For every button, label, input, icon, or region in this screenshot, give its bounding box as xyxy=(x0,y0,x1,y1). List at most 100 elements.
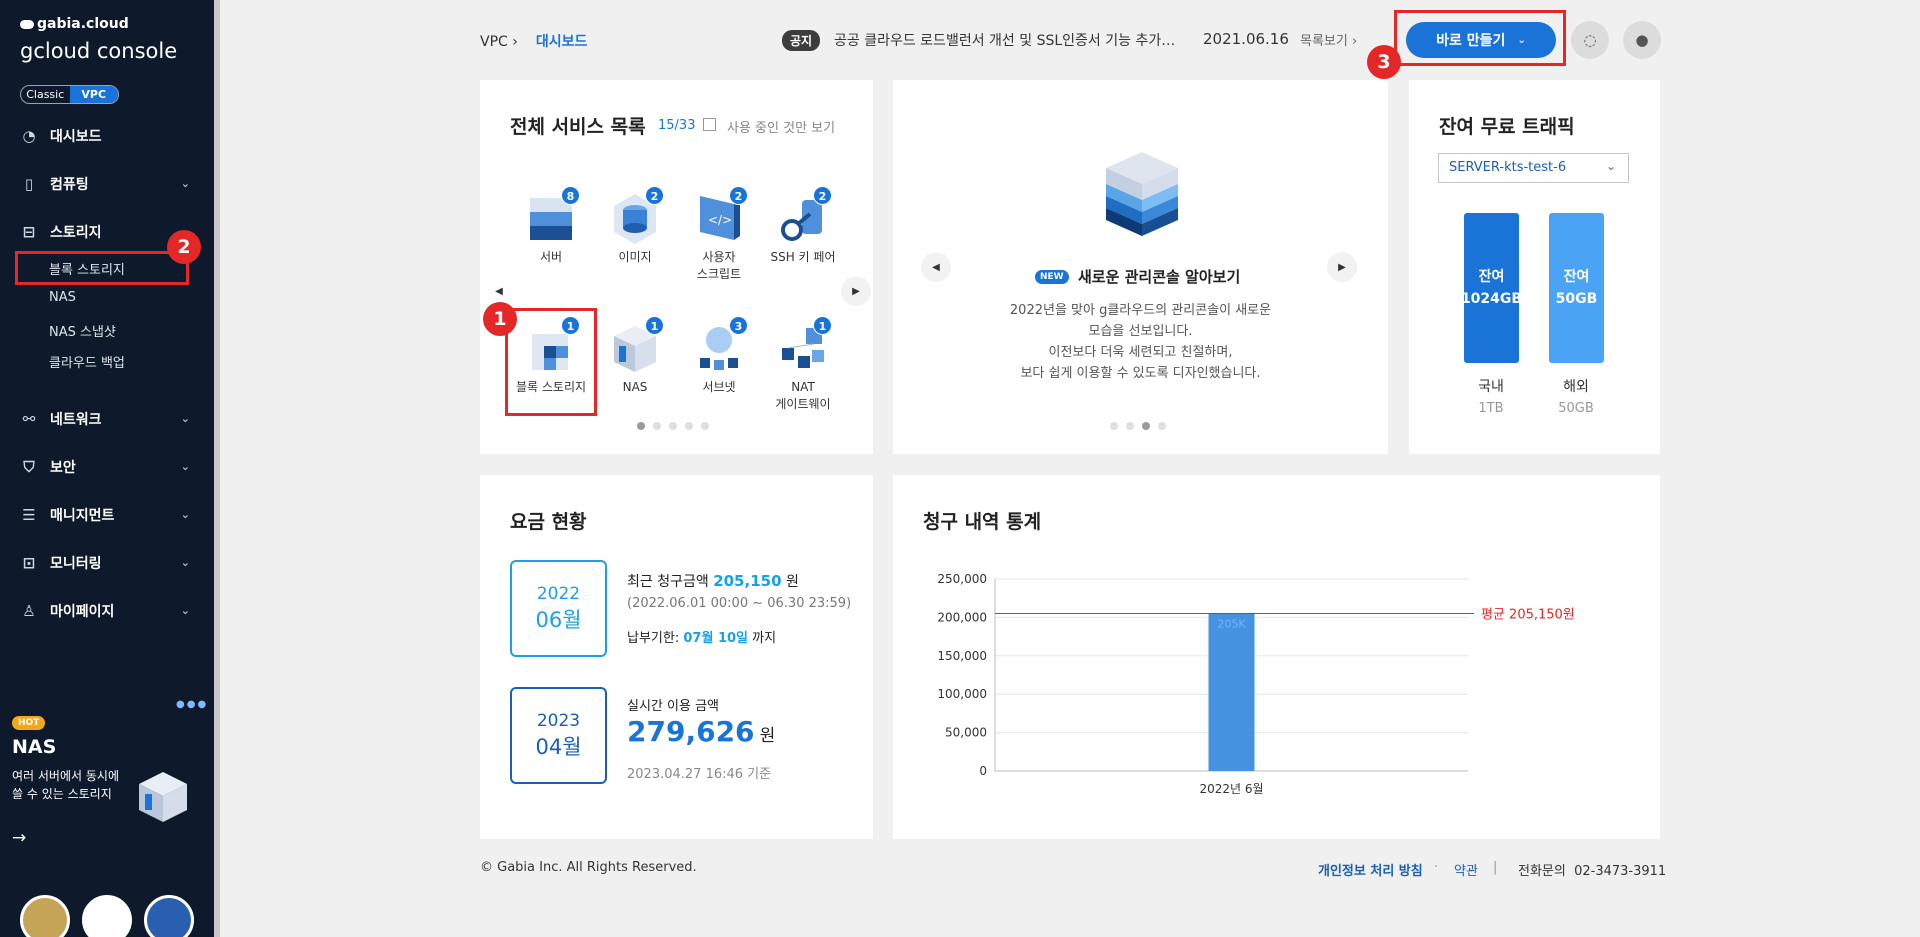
banner-pager[interactable] xyxy=(1110,422,1166,430)
shield-icon: ⛉ xyxy=(23,458,35,476)
notice-list-link[interactable]: 목록보기 › xyxy=(1300,30,1357,49)
service-label: 사용자 스크립트 xyxy=(696,250,742,281)
banner-line: 보다 쉽게 이용할 수 있도록 디자인했습니다. xyxy=(1020,366,1261,381)
sidebar: gabia.cloud gcloud console Classic VPC ◔… xyxy=(0,0,218,937)
sidebar-item-dashboard[interactable]: ◔ 대시보드 xyxy=(0,121,214,151)
sidebar-item-computing[interactable]: ▯ 컴퓨팅 ⌄ xyxy=(0,169,214,199)
service-item-user-script[interactable]: </> 2 사용자 스크립트 xyxy=(679,186,759,283)
services-next-button[interactable]: ▶ xyxy=(841,276,871,306)
script-icon: </> 2 xyxy=(694,186,748,245)
sidebar-sub-cloud-backup[interactable]: 클라우드 백업 xyxy=(49,352,125,371)
network-icon: ⚯ xyxy=(22,410,36,428)
carousel-dots[interactable]: ●●● xyxy=(176,699,208,710)
x-tick-label: 2022년 6월 xyxy=(1199,782,1263,796)
service-item-server[interactable]: 8 서버 xyxy=(511,186,591,266)
server-select-value: SERVER-kts-test-6 xyxy=(1449,160,1567,175)
traffic-card: 잔여 무료 트래픽 xyxy=(1409,80,1660,454)
toggle-vpc[interactable]: VPC xyxy=(69,86,118,103)
service-label: 서버 xyxy=(539,250,563,264)
server-icon: 8 xyxy=(526,186,580,245)
chevron-down-icon: ⌄ xyxy=(180,177,190,190)
y-tick-label: 0 xyxy=(979,764,987,778)
service-item-image[interactable]: 2 이미지 xyxy=(595,186,675,266)
service-item-nat-gateway[interactable]: 1 NAT 게이트웨이 xyxy=(763,316,843,413)
recent-month: 06월 xyxy=(535,607,582,632)
gabia-logo[interactable]: gabia.cloud xyxy=(20,16,129,32)
annotation-3: 3 xyxy=(1367,45,1401,79)
server-select[interactable]: SERVER-kts-test-6 ⌄ xyxy=(1438,153,1629,183)
console-title[interactable]: gcloud console xyxy=(20,39,177,63)
domestic-total: 1TB xyxy=(1478,401,1504,416)
brand-text: gabia.cloud xyxy=(37,16,129,32)
sidebar-item-management[interactable]: ☰ 매니지먼트 ⌄ xyxy=(0,500,214,530)
bar-value-label: 205K xyxy=(1217,617,1246,630)
banner-next-button[interactable]: ▶ xyxy=(1327,252,1357,282)
due-date: 07월 10일 xyxy=(683,631,749,646)
services-pager[interactable] xyxy=(637,422,709,430)
banner-title[interactable]: 새로운 관리콘솔 알아보기 xyxy=(1078,266,1240,287)
recent-label: 최근 청구금액 xyxy=(627,574,709,590)
sidebar-sub-nas[interactable]: NAS xyxy=(49,290,76,305)
recent-period: (2022.06.01 00:00 ~ 06.30 23:59) xyxy=(627,596,852,611)
traffic-title: 잔여 무료 트래픽 xyxy=(1439,116,1575,138)
count-badge: 2 xyxy=(645,186,664,205)
chat-icon[interactable]: ◌ xyxy=(1571,21,1609,59)
terms-link[interactable]: 약관 xyxy=(1454,860,1478,879)
arrow-right-icon[interactable]: → xyxy=(12,828,26,848)
footer-sep: · xyxy=(1434,860,1439,875)
chevron-down-icon: ⌄ xyxy=(180,508,190,521)
y-tick-label: 150,000 xyxy=(937,649,987,663)
privacy-link[interactable]: 개인정보 처리 방침 xyxy=(1318,860,1423,879)
breadcrumb-current: 대시보드 xyxy=(535,34,588,50)
sidebar-sub-nas-snapshot[interactable]: NAS 스냅샷 xyxy=(49,321,116,340)
stats-card: 청구 내역 통계 0 50,000 100,000 150,000 200,000 250… xyxy=(893,475,1660,839)
annotation-2: 2 xyxy=(167,230,201,264)
banner-line: 모습을 선보입니다. xyxy=(1088,324,1193,339)
due-row: 납부기한: 07월 10일 까지 xyxy=(627,627,776,646)
count-badge: 2 xyxy=(729,186,748,205)
breadcrumb-root[interactable]: VPC xyxy=(480,34,508,50)
new-badge: NEW xyxy=(1035,270,1069,284)
y-tick-label: 200,000 xyxy=(937,610,987,624)
breadcrumb: VPC › 대시보드 xyxy=(480,31,587,51)
sidebar-item-network[interactable]: ⚯ 네트워크 ⌄ xyxy=(0,404,214,434)
subnet-icon: 3 xyxy=(694,316,748,375)
promo-title: NAS xyxy=(12,736,57,758)
realtime-month-box: 2023 04월 xyxy=(510,687,607,784)
banner-prev-button[interactable]: ◀ xyxy=(921,252,951,282)
service-item-nas[interactable]: 1 NAS xyxy=(595,316,675,396)
nav-label: 네트워크 xyxy=(50,412,102,428)
svg-text:</>: </> xyxy=(708,213,732,227)
sidebar-item-mypage[interactable]: ♙ 마이페이지 ⌄ xyxy=(0,596,214,626)
notice-text[interactable]: 공공 클라우드 로드밸런서 개선 및 SSL인증서 기능 추가 안내 xyxy=(834,30,1179,50)
y-tick-label: 100,000 xyxy=(937,687,987,701)
footer-divider: | xyxy=(1493,860,1498,875)
sidebar-item-monitoring[interactable]: ⊡ 모니터링 ⌄ xyxy=(0,548,214,578)
quick-create-button[interactable]: 바로 만들기 ⌄ xyxy=(1406,22,1556,58)
count-badge: 8 xyxy=(561,186,580,205)
count-badge: 1 xyxy=(813,316,832,335)
domestic-traffic-bar: 잔여 1024GB xyxy=(1461,213,1522,363)
chevron-right-icon: › xyxy=(1351,34,1358,49)
sidebar-scrollbar[interactable] xyxy=(214,0,220,937)
user-icon: ♙ xyxy=(22,602,36,620)
domestic-label: 국내 xyxy=(1478,379,1504,395)
user-profile-icon[interactable]: ● xyxy=(1623,21,1661,59)
recent-year: 2022 xyxy=(536,583,581,604)
hot-badge: HOT xyxy=(12,716,46,730)
nav-label: 보안 xyxy=(50,460,76,476)
recent-unit: 원 xyxy=(785,574,799,590)
nav-label: 컴퓨팅 xyxy=(50,177,89,193)
chart-bar xyxy=(1208,613,1255,771)
image-icon: 2 xyxy=(610,186,664,245)
classic-vpc-toggle[interactable]: Classic VPC xyxy=(20,85,119,104)
filter-checkbox[interactable] xyxy=(703,118,716,131)
chevron-down-icon: ⌄ xyxy=(180,604,190,617)
service-item-ssh-key[interactable]: 2 SSH 키 페어 xyxy=(763,186,843,266)
sidebar-item-security[interactable]: ⛉ 보안 ⌄ xyxy=(0,452,214,482)
chevron-down-icon: ⌄ xyxy=(180,556,190,569)
filter-label[interactable]: 사용 중인 것만 보기 xyxy=(727,117,835,136)
quick-create-label: 바로 만들기 xyxy=(1436,33,1506,49)
service-item-subnet[interactable]: 3 서브넷 xyxy=(679,316,759,396)
toggle-classic[interactable]: Classic xyxy=(21,86,70,103)
